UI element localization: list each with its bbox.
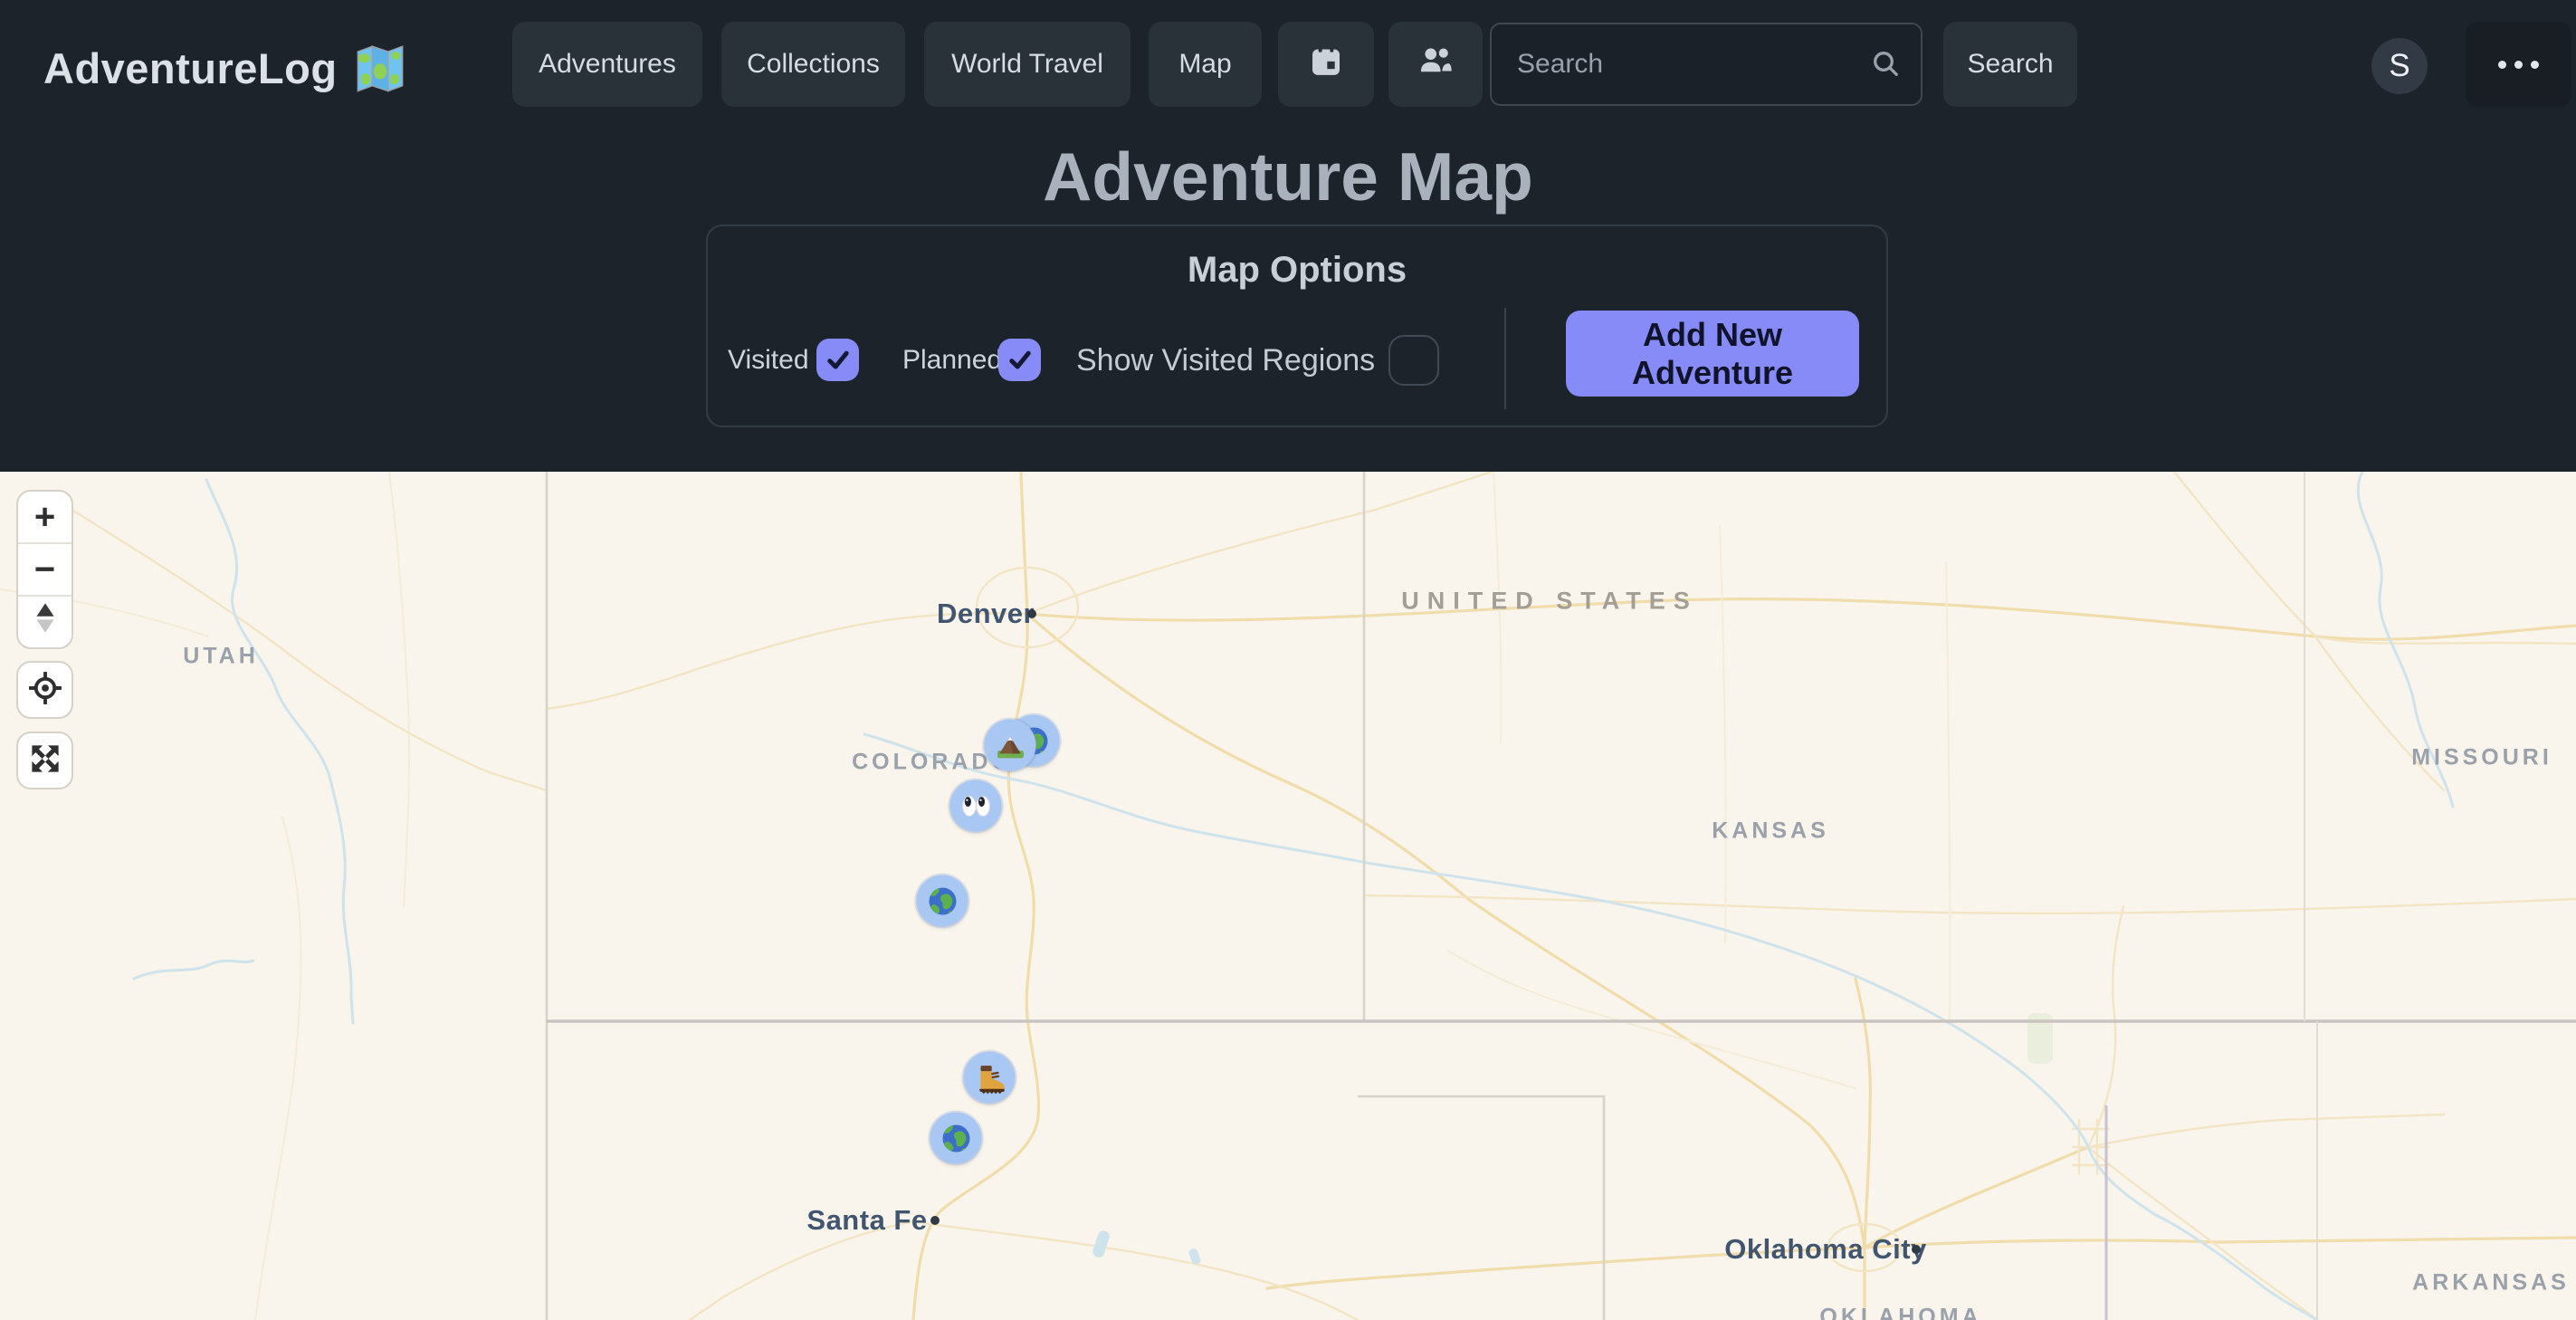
ellipsis-icon: [2498, 61, 2539, 69]
world-map-icon: [354, 40, 406, 97]
map-label-santa-fe: Santa Fe: [806, 1204, 927, 1237]
zoom-in-button[interactable]: +: [18, 492, 72, 544]
city-dot-santa-fe: [930, 1216, 940, 1225]
map-label-oklahoma-city: Oklahoma City: [1724, 1233, 1927, 1266]
adventure-marker-globe[interactable]: [930, 1113, 982, 1164]
search-icon: [1870, 48, 1903, 85]
map-label-oklahoma: OKLAHOMA: [1819, 1305, 1981, 1320]
planned-label[interactable]: Planned: [902, 345, 1002, 376]
nav-map[interactable]: Map: [1149, 22, 1262, 107]
map-label-utah: UTAH: [183, 644, 259, 670]
calendar-icon: [1308, 43, 1344, 86]
map-options-card: Map Options Visited Planned Show Visited…: [706, 225, 1888, 427]
nav-adventures[interactable]: Adventures: [512, 22, 702, 107]
visited-checkbox[interactable]: [816, 339, 859, 381]
city-dot-oklahoma-city: [1912, 1245, 1921, 1254]
map-label-kansas: KANSAS: [1712, 818, 1829, 845]
planned-checkbox[interactable]: [998, 339, 1041, 381]
map-zoom-controls: + −: [16, 490, 73, 649]
nav-collections[interactable]: Collections: [721, 22, 905, 107]
map-canvas[interactable]: UTAHUNITED STATESCOLORADOKANSASMISSOURIO…: [0, 472, 2576, 1320]
geolocate-icon: [29, 672, 62, 709]
pitch-toggle-icon: [33, 601, 57, 643]
visited-label[interactable]: Visited: [728, 345, 809, 376]
search-button[interactable]: Search: [1943, 22, 2077, 107]
map-label-united-states: UNITED STATES: [1401, 588, 1698, 616]
calendar-button[interactable]: [1278, 22, 1374, 107]
search-field-wrap: [1490, 23, 1922, 106]
map-label-arkansas: ARKANSAS: [2412, 1270, 2570, 1296]
overflow-menu-button[interactable]: [2466, 22, 2571, 107]
avatar[interactable]: S: [2371, 38, 2428, 94]
adventure-marker-boot[interactable]: [964, 1052, 1016, 1104]
adventure-marker-mountain[interactable]: [985, 720, 1036, 771]
add-new-adventure-button[interactable]: Add New Adventure: [1566, 311, 1859, 397]
app-logo[interactable]: AdventureLog: [43, 40, 406, 97]
app-title: AdventureLog: [43, 43, 338, 93]
geolocate-button[interactable]: [16, 661, 73, 719]
nav-world-travel[interactable]: World Travel: [924, 22, 1131, 107]
adventurelog-app: AdventureLog Adventures Collections Worl…: [0, 0, 2576, 1320]
page-title: Adventure Map: [0, 138, 2576, 215]
map-label-missouri: MISSOURI: [2411, 745, 2552, 771]
show-visited-regions-label[interactable]: Show Visited Regions: [1076, 343, 1375, 378]
users-icon: [1417, 42, 1455, 87]
options-divider: [1504, 308, 1506, 409]
city-dot-denver: [1027, 609, 1036, 618]
users-button[interactable]: [1388, 22, 1483, 107]
fullscreen-button[interactable]: [16, 732, 73, 789]
map-label-denver: Denver: [937, 598, 1035, 630]
fullscreen-icon: [28, 741, 62, 780]
adventure-marker-globe[interactable]: [917, 875, 968, 927]
zoom-out-button[interactable]: −: [18, 544, 72, 597]
show-visited-regions-checkbox[interactable]: [1388, 335, 1439, 386]
pitch-toggle-button[interactable]: [18, 597, 72, 647]
search-input[interactable]: [1490, 23, 1922, 106]
map-options-title: Map Options: [708, 250, 1886, 291]
map-overlay: UTAHUNITED STATESCOLORADOKANSASMISSOURIO…: [0, 472, 2576, 1320]
adventure-marker-eyes[interactable]: [950, 780, 1002, 832]
